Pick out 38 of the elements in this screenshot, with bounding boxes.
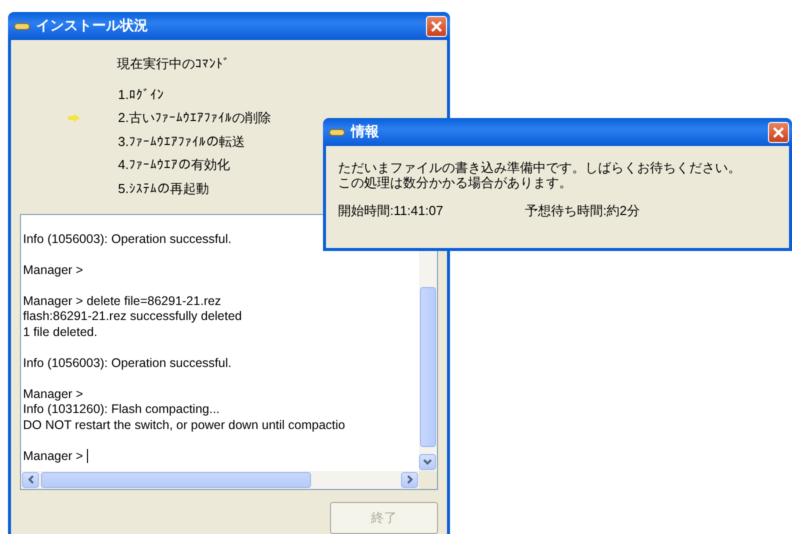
log-line: 1 file deleted. xyxy=(23,324,98,340)
scroll-left-button[interactable] xyxy=(22,472,39,488)
log-line: Manager > delete file=86291-21.rez xyxy=(23,294,222,309)
scrollbar-corner xyxy=(419,470,437,488)
log-line: Info (1056003): Operation successful. xyxy=(23,356,232,371)
close-button[interactable] xyxy=(768,122,789,142)
chevron-right-icon xyxy=(406,475,412,484)
section-heading: 現在実行中のｺﾏﾝﾄﾞ xyxy=(117,55,231,73)
close-icon xyxy=(430,20,443,32)
log-line: Info (1056003): Operation successful. xyxy=(23,232,232,247)
window-title: インストール状況 xyxy=(36,17,149,35)
text-cursor xyxy=(87,449,88,464)
log-line: flash:86291-21.rez successfully deleted xyxy=(23,309,243,324)
close-icon xyxy=(772,126,785,138)
horizontal-scrollbar-thumb[interactable] xyxy=(41,472,311,488)
step-label: 4.ﾌｧｰﾑｳｴｱの有効化 xyxy=(118,156,230,174)
log-line: Manager > xyxy=(23,262,84,278)
log-line: Manager > xyxy=(23,448,84,464)
step-label: 1.ﾛｸﾞｲﾝ xyxy=(118,87,164,102)
scroll-down-button[interactable] xyxy=(419,454,436,470)
message-line: この処理は数分かかる場合があります。 xyxy=(338,175,573,190)
close-button[interactable] xyxy=(426,16,447,36)
scroll-right-button[interactable] xyxy=(401,472,418,488)
log-line: DO NOT restart the switch, or power down until compactio xyxy=(23,418,346,433)
step-label: 3.ﾌｧｰﾑｳｴｱﾌｧｲﾙの転送 xyxy=(118,132,245,151)
chevron-left-icon xyxy=(28,475,34,484)
chevron-down-icon xyxy=(423,458,432,464)
start-time-text: 開始時間:11:41:07 xyxy=(338,202,444,220)
vertical-scrollbar-thumb[interactable] xyxy=(420,286,436,446)
window-icon xyxy=(14,22,30,30)
message-line: ただいまファイルの書き込み準備中です。しばらくお待ちください。 xyxy=(338,160,742,175)
log-line: Manager > xyxy=(23,386,84,402)
log-line: Info (1031260): Flash compacting... xyxy=(23,402,221,418)
expected-wait-text: 予想待ち時間:約2分 xyxy=(525,202,640,220)
window-icon xyxy=(329,128,345,136)
window-title: 情報 xyxy=(351,123,380,141)
step-label: 5.ｼｽﾃﾑの再起動 xyxy=(118,180,209,198)
step-label: 2.古いﾌｧｰﾑｳｴｱﾌｧｲﾙの削除 xyxy=(118,109,271,128)
